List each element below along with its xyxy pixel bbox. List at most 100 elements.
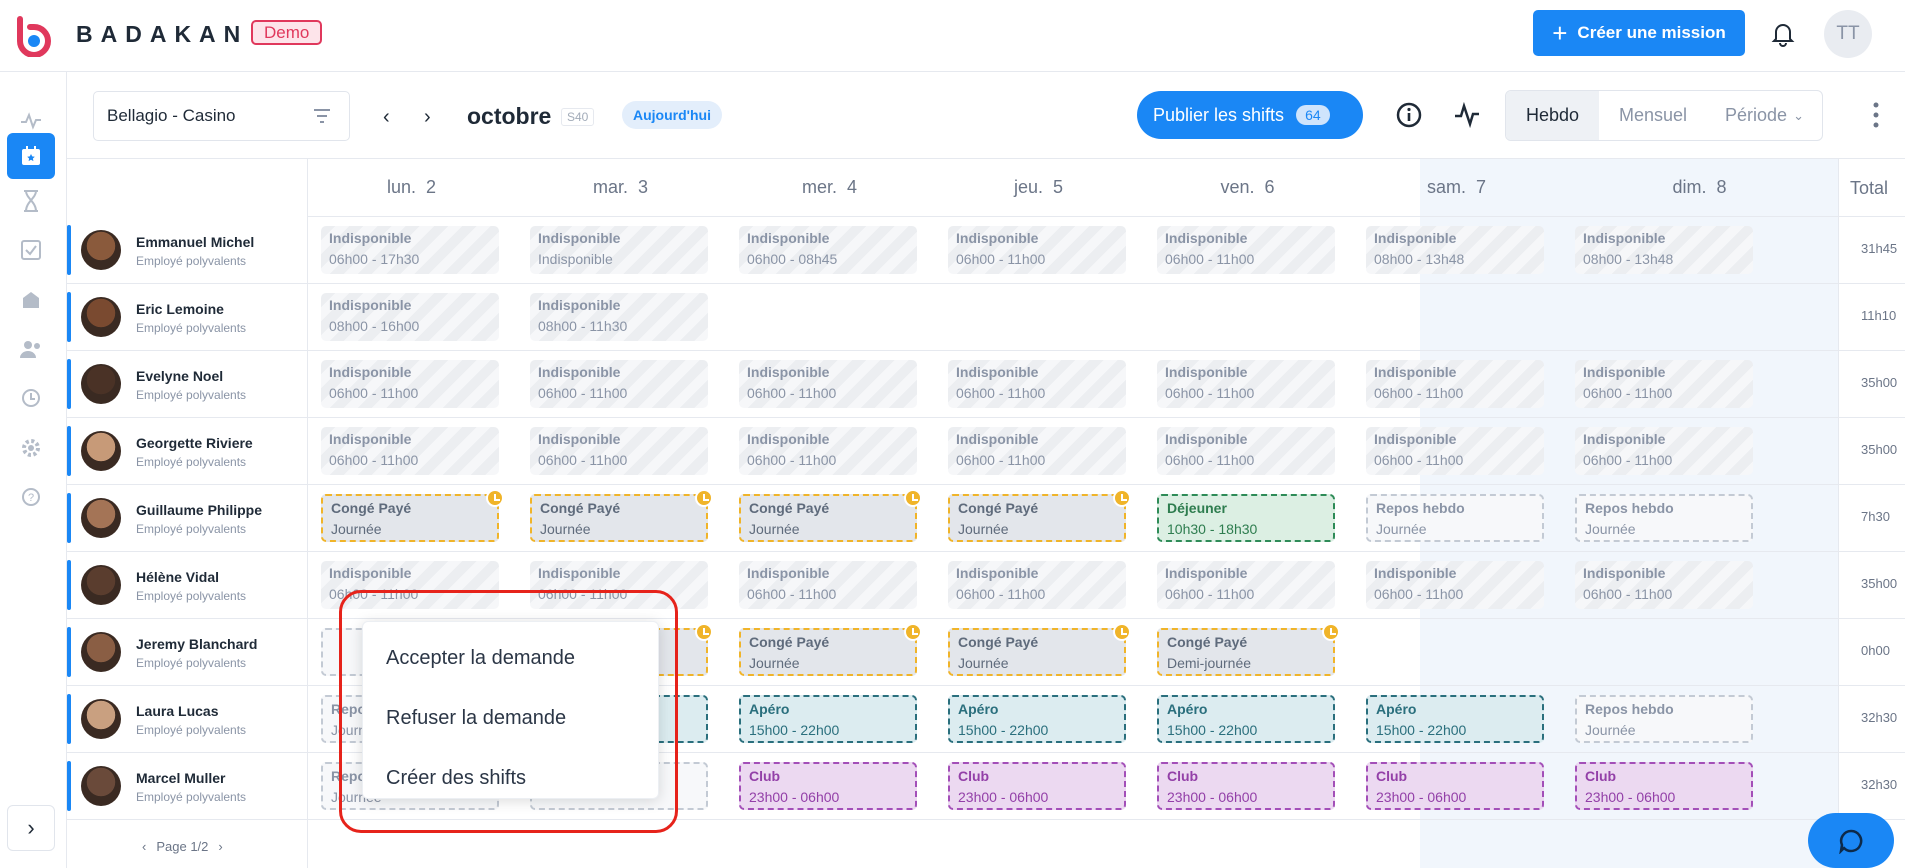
previous-week-button[interactable]: ‹ <box>383 106 390 129</box>
shift-cell[interactable]: Indisponible 06h00 - 11h00 <box>1575 360 1753 408</box>
shift-cell[interactable]: Indisponible 06h00 - 11h00 <box>530 360 708 408</box>
settings-nav-icon[interactable] <box>7 425 55 471</box>
activity-icon[interactable] <box>1453 102 1481 128</box>
shift-cell[interactable]: Indisponible 08h00 - 13h48 <box>1366 226 1544 274</box>
shift-title: Congé Payé <box>1167 634 1248 650</box>
shift-cell[interactable]: Apéro 15h00 - 22h00 <box>948 695 1126 743</box>
day-header[interactable]: lun. 2 <box>307 159 516 217</box>
employee-info[interactable]: Evelyne Noel Employé polyvalents <box>67 351 307 418</box>
shift-cell[interactable]: Congé Payé Journée <box>530 489 713 542</box>
view-monthly-tab[interactable]: Mensuel <box>1599 91 1707 140</box>
create-shifts-menu-item[interactable]: Créer des shifts <box>386 767 526 790</box>
shift-cell[interactable]: Indisponible 06h00 - 11h00 <box>1157 360 1335 408</box>
shift-cell[interactable]: Club 23h00 - 06h00 <box>739 762 917 810</box>
shift-cell[interactable]: Congé Payé Demi-journée <box>1157 623 1340 676</box>
shift-time: 06h00 - 11h00 <box>538 452 628 468</box>
create-mission-button[interactable]: + Créer une mission <box>1533 10 1745 56</box>
shift-cell[interactable]: Indisponible 06h00 - 11h00 <box>321 360 499 408</box>
checklist-nav-icon[interactable] <box>7 227 55 273</box>
shift-cell[interactable]: Repos hebdo Journée <box>1575 494 1753 542</box>
filter-icon[interactable] <box>313 108 331 124</box>
shift-cell[interactable]: Repos hebdo Journée <box>1575 695 1753 743</box>
hourglass-nav-icon[interactable] <box>7 178 55 224</box>
shift-cell[interactable]: Indisponible 06h00 - 11h00 <box>739 360 917 408</box>
shift-cell[interactable]: Indisponible 06h00 - 11h00 <box>1157 561 1335 609</box>
employee-info[interactable]: Emmanuel Michel Employé polyvalents <box>67 217 307 284</box>
bell-icon[interactable] <box>1768 18 1798 48</box>
user-avatar[interactable]: TT <box>1824 10 1872 58</box>
employee-color-bar <box>67 761 71 811</box>
total-column-header[interactable]: Total⌄ <box>1838 159 1905 217</box>
shift-cell[interactable]: Club 23h00 - 06h00 <box>1575 762 1753 810</box>
shift-cell[interactable]: Apéro 15h00 - 22h00 <box>1157 695 1335 743</box>
badakan-logo-icon[interactable] <box>12 13 56 57</box>
location-nav-icon[interactable] <box>7 277 55 323</box>
shift-cell[interactable]: Indisponible 06h00 - 11h00 <box>948 427 1126 475</box>
employee-info[interactable]: Eric Lemoine Employé polyvalents <box>67 284 307 351</box>
shift-cell[interactable]: Indisponible 06h00 - 11h00 <box>1575 561 1753 609</box>
shift-cell[interactable]: Indisponible 06h00 - 17h30 <box>321 226 499 274</box>
employee-info[interactable]: Georgette Riviere Employé polyvalents <box>67 418 307 485</box>
next-page-button[interactable]: › <box>218 839 222 854</box>
expand-sidebar-button[interactable]: › <box>7 805 55 851</box>
shift-cell[interactable]: Club 23h00 - 06h00 <box>1366 762 1544 810</box>
shift-cell[interactable]: Indisponible 06h00 - 11h00 <box>1575 427 1753 475</box>
shift-cell[interactable]: Indisponible 06h00 - 11h00 <box>1157 427 1335 475</box>
shift-cell[interactable]: Indisponible 06h00 - 11h00 <box>1366 561 1544 609</box>
site-selector[interactable]: Bellagio - Casino <box>93 91 350 141</box>
shift-cell[interactable]: Indisponible 06h00 - 11h00 <box>530 427 708 475</box>
shift-cell[interactable]: Indisponible 06h00 - 11h00 <box>739 561 917 609</box>
shift-cell[interactable]: Déjeuner 10h30 - 18h30 <box>1157 494 1335 542</box>
today-button[interactable]: Aujourd'hui <box>622 101 722 129</box>
shift-cell[interactable]: Club 23h00 - 06h00 <box>1157 762 1335 810</box>
shift-cell[interactable]: Indisponible 06h00 - 11h00 <box>948 360 1126 408</box>
view-weekly-tab[interactable]: Hebdo <box>1506 91 1599 140</box>
day-header[interactable]: sam. 7 <box>1352 159 1561 217</box>
help-nav-icon[interactable]: ? <box>7 474 55 520</box>
info-icon[interactable] <box>1395 101 1423 129</box>
next-week-button[interactable]: › <box>424 106 431 129</box>
shift-cell[interactable]: Congé Payé Journée <box>948 623 1131 676</box>
shift-cell[interactable]: Congé Payé Journée <box>739 623 922 676</box>
shift-cell[interactable]: Repos hebdo Journée <box>1366 494 1544 542</box>
shift-cell[interactable]: Indisponible 08h00 - 16h00 <box>321 293 499 341</box>
publish-shifts-button[interactable]: Publier les shifts 64 <box>1137 91 1363 139</box>
day-header[interactable]: mer. 4 <box>725 159 934 217</box>
clock-nav-icon[interactable] <box>7 375 55 421</box>
view-period-tab[interactable]: Période ⌄ <box>1707 91 1822 140</box>
employee-avatar <box>81 565 121 605</box>
employee-info[interactable]: Jeremy Blanchard Employé polyvalents <box>67 619 307 686</box>
shift-cell[interactable]: Indisponible 06h00 - 11h00 <box>321 427 499 475</box>
shift-cell[interactable]: Club 23h00 - 06h00 <box>948 762 1126 810</box>
shift-cell[interactable]: Indisponible 06h00 - 11h00 <box>948 561 1126 609</box>
shift-cell[interactable]: Indisponible 06h00 - 08h45 <box>739 226 917 274</box>
chat-support-button[interactable] <box>1808 813 1894 868</box>
day-header[interactable]: dim. 8 <box>1561 159 1838 217</box>
shift-cell[interactable]: Congé Payé Journée <box>948 489 1131 542</box>
employee-info[interactable]: Guillaume Philippe Employé polyvalents <box>67 485 307 552</box>
refuse-request-menu-item[interactable]: Refuser la demande <box>386 707 566 730</box>
shift-cell[interactable]: Indisponible 06h00 - 11h00 <box>948 226 1126 274</box>
shift-cell[interactable]: Indisponible 06h00 - 11h00 <box>1157 226 1335 274</box>
previous-page-button[interactable]: ‹ <box>142 839 146 854</box>
employee-info[interactable]: Hélène Vidal Employé polyvalents <box>67 552 307 619</box>
shift-cell[interactable]: Indisponible 06h00 - 11h00 <box>1366 360 1544 408</box>
employee-info[interactable]: Laura Lucas Employé polyvalents <box>67 686 307 753</box>
shift-cell[interactable]: Indisponible Indisponible <box>530 226 708 274</box>
day-header[interactable]: ven. 6 <box>1143 159 1352 217</box>
more-options-icon[interactable] <box>1871 100 1881 130</box>
shift-cell[interactable]: Apéro 15h00 - 22h00 <box>739 695 917 743</box>
day-header[interactable]: jeu. 5 <box>934 159 1143 217</box>
day-header[interactable]: mar. 3 <box>516 159 725 217</box>
users-nav-icon[interactable] <box>7 326 55 372</box>
shift-cell[interactable]: Apéro 15h00 - 22h00 <box>1366 695 1544 743</box>
shift-cell[interactable]: Indisponible 06h00 - 11h00 <box>1366 427 1544 475</box>
employee-info[interactable]: Marcel Muller Employé polyvalents <box>67 753 307 820</box>
shift-cell[interactable]: Congé Payé Journée <box>739 489 922 542</box>
shift-cell[interactable]: Indisponible 06h00 - 11h00 <box>739 427 917 475</box>
accept-request-menu-item[interactable]: Accepter la demande <box>386 647 575 670</box>
shift-cell[interactable]: Indisponible 08h00 - 11h30 <box>530 293 708 341</box>
calendar-nav-icon[interactable] <box>7 133 55 179</box>
shift-cell[interactable]: Congé Payé Journée <box>321 489 504 542</box>
shift-cell[interactable]: Indisponible 08h00 - 13h48 <box>1575 226 1753 274</box>
